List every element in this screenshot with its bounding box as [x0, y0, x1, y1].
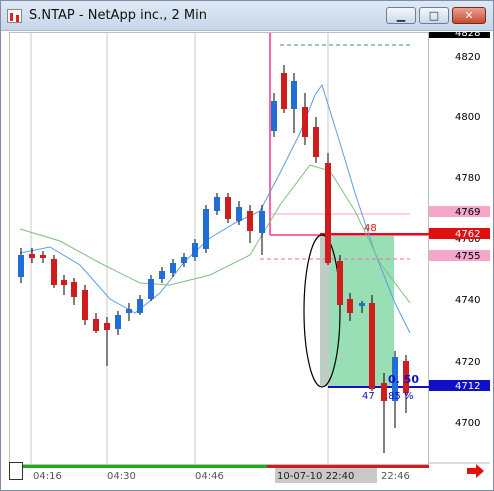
candle [115, 315, 121, 329]
maximize-button[interactable]: □ [419, 7, 449, 24]
marker-label-stop: 4762 [455, 229, 480, 240]
candle [148, 279, 154, 299]
candle [271, 101, 277, 131]
candle [192, 243, 198, 257]
candle [259, 211, 265, 233]
time-axis-canvas: 04:16 04:30 04:46 10-07-10 22:40 22:46 [23, 465, 429, 483]
candle [369, 303, 375, 389]
close-icon: ✕ [464, 9, 474, 22]
candle [203, 209, 209, 249]
chart-window: S.NTAP - NetApp inc., 2 Min ▁ □ ✕ 48 0. … [0, 0, 494, 491]
candle [18, 255, 24, 277]
candle [126, 309, 132, 313]
candle [137, 299, 143, 313]
price-chart[interactable]: 48 0. 50 47 .85 % [9, 32, 430, 466]
candle [104, 323, 110, 330]
minimize-button[interactable]: ▁ [386, 7, 416, 24]
time-label: 04:16 [33, 471, 62, 482]
chart-canvas: 48 0. 50 47 .85 % [18, 33, 430, 466]
candle [337, 261, 343, 305]
price-tick: 4700 [455, 418, 480, 429]
candle [281, 73, 287, 109]
stop-label: 48 [364, 223, 377, 234]
candle [247, 211, 253, 231]
candle [181, 257, 187, 263]
price-axis: 4828 4820 4800 4780 4760 4740 4720 4700 … [429, 28, 490, 465]
candle [40, 255, 46, 258]
marker-label-lower: 4755 [455, 251, 480, 262]
candle [29, 254, 35, 258]
chart-app-icon [7, 9, 22, 23]
candle [93, 319, 99, 331]
target-pct-label: 47 [362, 391, 375, 402]
candle [302, 107, 308, 137]
candle [359, 303, 365, 306]
candle [313, 127, 319, 157]
minimize-icon: ▁ [396, 9, 406, 22]
scroll-handle[interactable] [9, 462, 23, 480]
candle [291, 81, 297, 109]
price-axis-canvas: 4828 4820 4800 4780 4760 4740 4720 4700 … [429, 28, 490, 464]
candle [325, 163, 331, 263]
title-bar[interactable]: S.NTAP - NetApp inc., 2 Min ▁ □ ✕ [1, 1, 493, 31]
candle [61, 280, 67, 285]
marker-label-upper: 4769 [455, 207, 480, 218]
marker-label-target: 4712 [455, 381, 480, 392]
time-axis[interactable]: 04:16 04:30 04:46 10-07-10 22:40 22:46 [9, 465, 429, 483]
candle [51, 259, 57, 285]
candle [236, 207, 242, 221]
target-zone [320, 234, 394, 386]
close-button[interactable]: ✕ [452, 7, 486, 24]
window-title: S.NTAP - NetApp inc., 2 Min [29, 8, 207, 23]
time-label: 04:30 [107, 471, 136, 482]
price-tick: 4740 [455, 295, 480, 306]
history-bar-red [267, 465, 429, 468]
maximize-icon: □ [428, 9, 440, 22]
candle [347, 299, 353, 313]
candle [82, 290, 88, 320]
price-tick: 4820 [455, 52, 480, 63]
cursor-time-label: 10-07-10 22:40 [277, 471, 354, 482]
time-label: 22:46 [381, 471, 410, 482]
candle [214, 197, 220, 211]
candle [159, 271, 165, 279]
target-pct2-label: .85 % [385, 391, 414, 402]
arrow-right-icon[interactable] [467, 463, 485, 479]
candle [71, 282, 77, 297]
candle [170, 263, 176, 273]
candle [225, 197, 231, 219]
target-value-label: 0. 50 [388, 373, 419, 386]
time-label: 04:46 [195, 471, 224, 482]
history-bar-green [23, 465, 267, 468]
price-tick: 4800 [455, 112, 480, 123]
price-tick: 4720 [455, 357, 480, 368]
price-tick: 4780 [455, 173, 480, 184]
price-tick: 4828 [455, 32, 480, 39]
